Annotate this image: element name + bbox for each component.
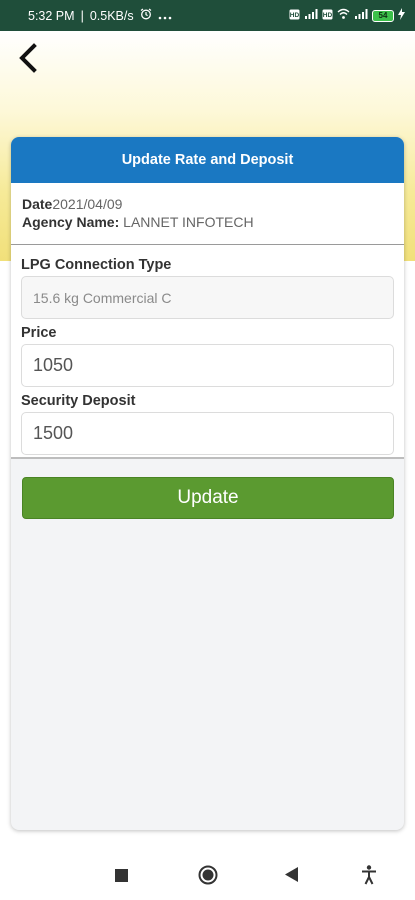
update-card: Update Rate and Deposit Date2021/04/09 A… [11, 137, 404, 830]
home-icon[interactable] [198, 865, 218, 890]
accessibility-icon[interactable] [361, 865, 377, 890]
back-arrow-icon [19, 43, 37, 73]
battery-level: 54 [372, 9, 394, 22]
connection-type-field: 15.6 kg Commercial C [21, 276, 394, 319]
date-label: Date [22, 196, 53, 212]
recents-icon[interactable] [115, 869, 128, 887]
update-button[interactable]: Update [22, 477, 394, 519]
back-button[interactable] [14, 40, 44, 76]
more-icon [158, 9, 172, 23]
agency-label: Agency Name: [22, 214, 120, 230]
date-value: 2021/04/09 [52, 196, 123, 212]
separator: | [80, 8, 84, 23]
connection-type-label: LPG Connection Type [21, 257, 172, 273]
clock-time: 5:32 PM [28, 8, 75, 23]
price-label: Price [21, 325, 57, 341]
alarm-icon [140, 8, 152, 23]
svg-text:HD: HD [290, 12, 300, 19]
card-title: Update Rate and Deposit [11, 137, 404, 183]
rate-form: LPG Connection Type 15.6 kg Commercial C… [11, 245, 404, 459]
security-deposit-input[interactable]: 1500 [21, 412, 394, 455]
agency-value: LANNET INFOTECH [123, 214, 254, 230]
charging-icon [398, 8, 405, 23]
signal-icon [304, 8, 318, 23]
back-nav-icon[interactable] [285, 867, 299, 887]
agency-info: Date2021/04/09 Agency Name: LANNET INFOT… [11, 183, 404, 245]
deposit-label: Security Deposit [21, 393, 136, 409]
navigation-bar [0, 848, 415, 900]
status-bar: 5:32 PM | 0.5KB/s HD HD 54 [0, 0, 415, 31]
agency-row: Agency Name: LANNET INFOTECH [22, 213, 393, 231]
signal-icon [354, 8, 368, 23]
network-speed: 0.5KB/s [89, 8, 134, 23]
price-input[interactable]: 1050 [21, 344, 394, 387]
wifi-icon [337, 8, 350, 23]
svg-text:HD: HD [323, 12, 333, 19]
date-row: Date2021/04/09 [22, 195, 393, 213]
hd-icon: HD [322, 9, 333, 23]
hd-icon: HD [289, 9, 300, 23]
